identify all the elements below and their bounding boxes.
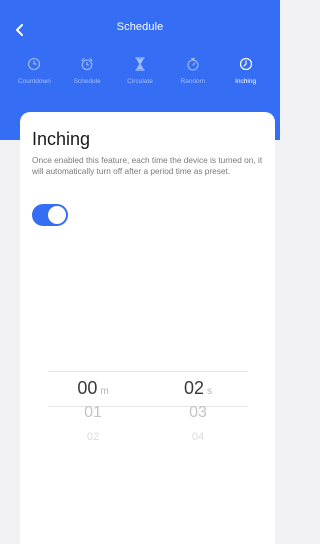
stopwatch-icon (186, 56, 200, 72)
minutes-next: 01 (84, 404, 102, 421)
seconds-wheel[interactable]: 02 s 03 04 (153, 371, 243, 447)
inching-clock-icon (239, 56, 253, 72)
hourglass-icon (134, 56, 146, 72)
inching-card: Inching Once enabled this feature, each … (20, 112, 275, 544)
seconds-next: 03 (189, 404, 207, 421)
minutes-next2: 02 (86, 431, 100, 443)
alarm-clock-icon (80, 56, 94, 72)
tab-random[interactable]: Random (167, 56, 219, 90)
tab-label: Inching (235, 78, 257, 85)
mode-tabs: Countdown Schedule Circulate Random Inch… (0, 56, 280, 90)
seconds-next2: 04 (191, 431, 205, 443)
tab-inching[interactable]: Inching (220, 56, 272, 90)
minutes-unit: m (100, 386, 109, 397)
tab-circulate[interactable]: Circulate (114, 56, 166, 90)
minutes-value: 00 (77, 378, 98, 398)
inching-toggle[interactable] (32, 204, 68, 226)
page-title: Schedule (116, 21, 164, 33)
card-title: Inching (32, 129, 91, 149)
tab-label: Random (180, 78, 206, 85)
time-picker: 00 m 01 02 02 s 03 04 (48, 371, 248, 447)
seconds-selected: 02 s (153, 378, 243, 399)
feature-description: Once enabled this feature, each time the… (32, 155, 263, 176)
tab-label: Circulate (127, 78, 153, 85)
tab-countdown[interactable]: Countdown (8, 56, 60, 90)
tab-schedule[interactable]: Schedule (61, 56, 113, 90)
seconds-value: 02 (183, 378, 205, 398)
countdown-clock-icon (27, 56, 41, 72)
tab-label: Countdown (17, 78, 51, 85)
toggle-knob (48, 206, 66, 224)
minutes-wheel[interactable]: 00 m 01 02 (48, 371, 138, 447)
tab-label: Schedule (73, 78, 101, 85)
seconds-unit: s (207, 386, 213, 397)
minutes-selected: 00 m (48, 378, 138, 399)
